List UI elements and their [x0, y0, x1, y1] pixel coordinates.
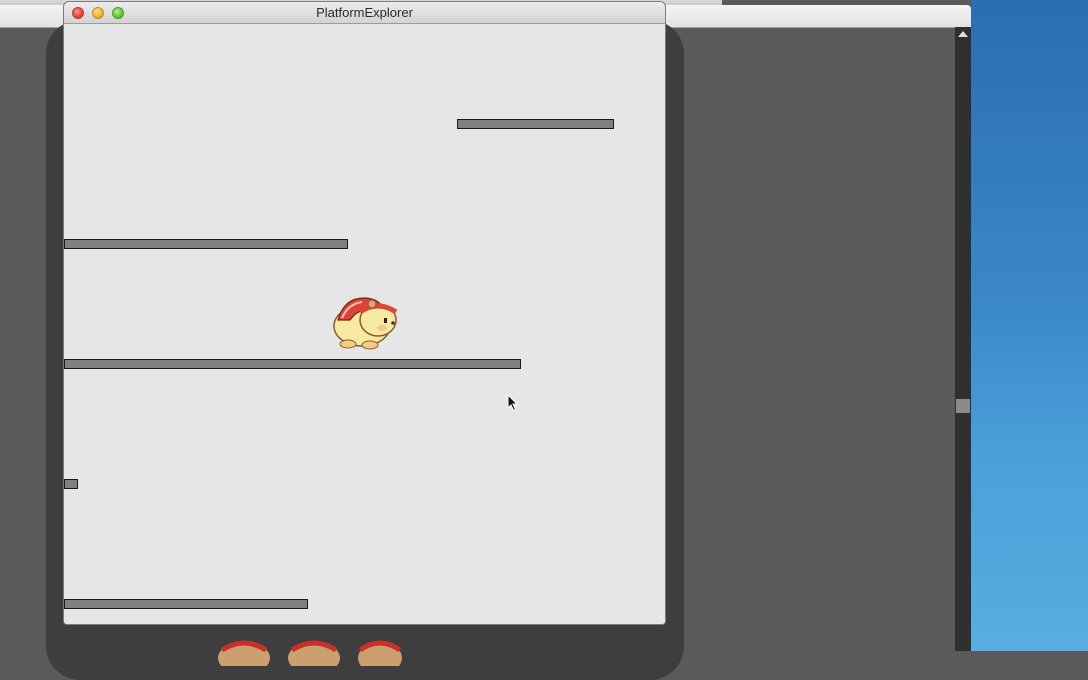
sprite-preview-3 — [358, 640, 402, 666]
sprite-preview-2 — [288, 640, 340, 666]
platform — [64, 479, 78, 489]
hamster-hero-sprite — [333, 297, 398, 350]
background-window-titlebar-left — [0, 5, 66, 28]
platform — [64, 599, 308, 609]
sprite-preview-1 — [218, 640, 270, 666]
arrow-cursor-icon — [507, 394, 519, 412]
platform — [457, 119, 614, 129]
vertical-scrollbar[interactable] — [955, 27, 971, 651]
window-title: PlatformExplorer — [316, 5, 413, 20]
scroll-thumb[interactable] — [956, 399, 970, 413]
game-window: PlatformExplorer — [64, 2, 665, 624]
desktop-background — [971, 0, 1088, 651]
platform — [64, 359, 521, 369]
window-titlebar[interactable]: PlatformExplorer — [64, 2, 665, 24]
scroll-up-arrow-icon[interactable] — [958, 31, 968, 37]
game-canvas[interactable] — [64, 24, 665, 624]
platform — [64, 239, 348, 249]
background-window-titlebar — [665, 5, 971, 28]
